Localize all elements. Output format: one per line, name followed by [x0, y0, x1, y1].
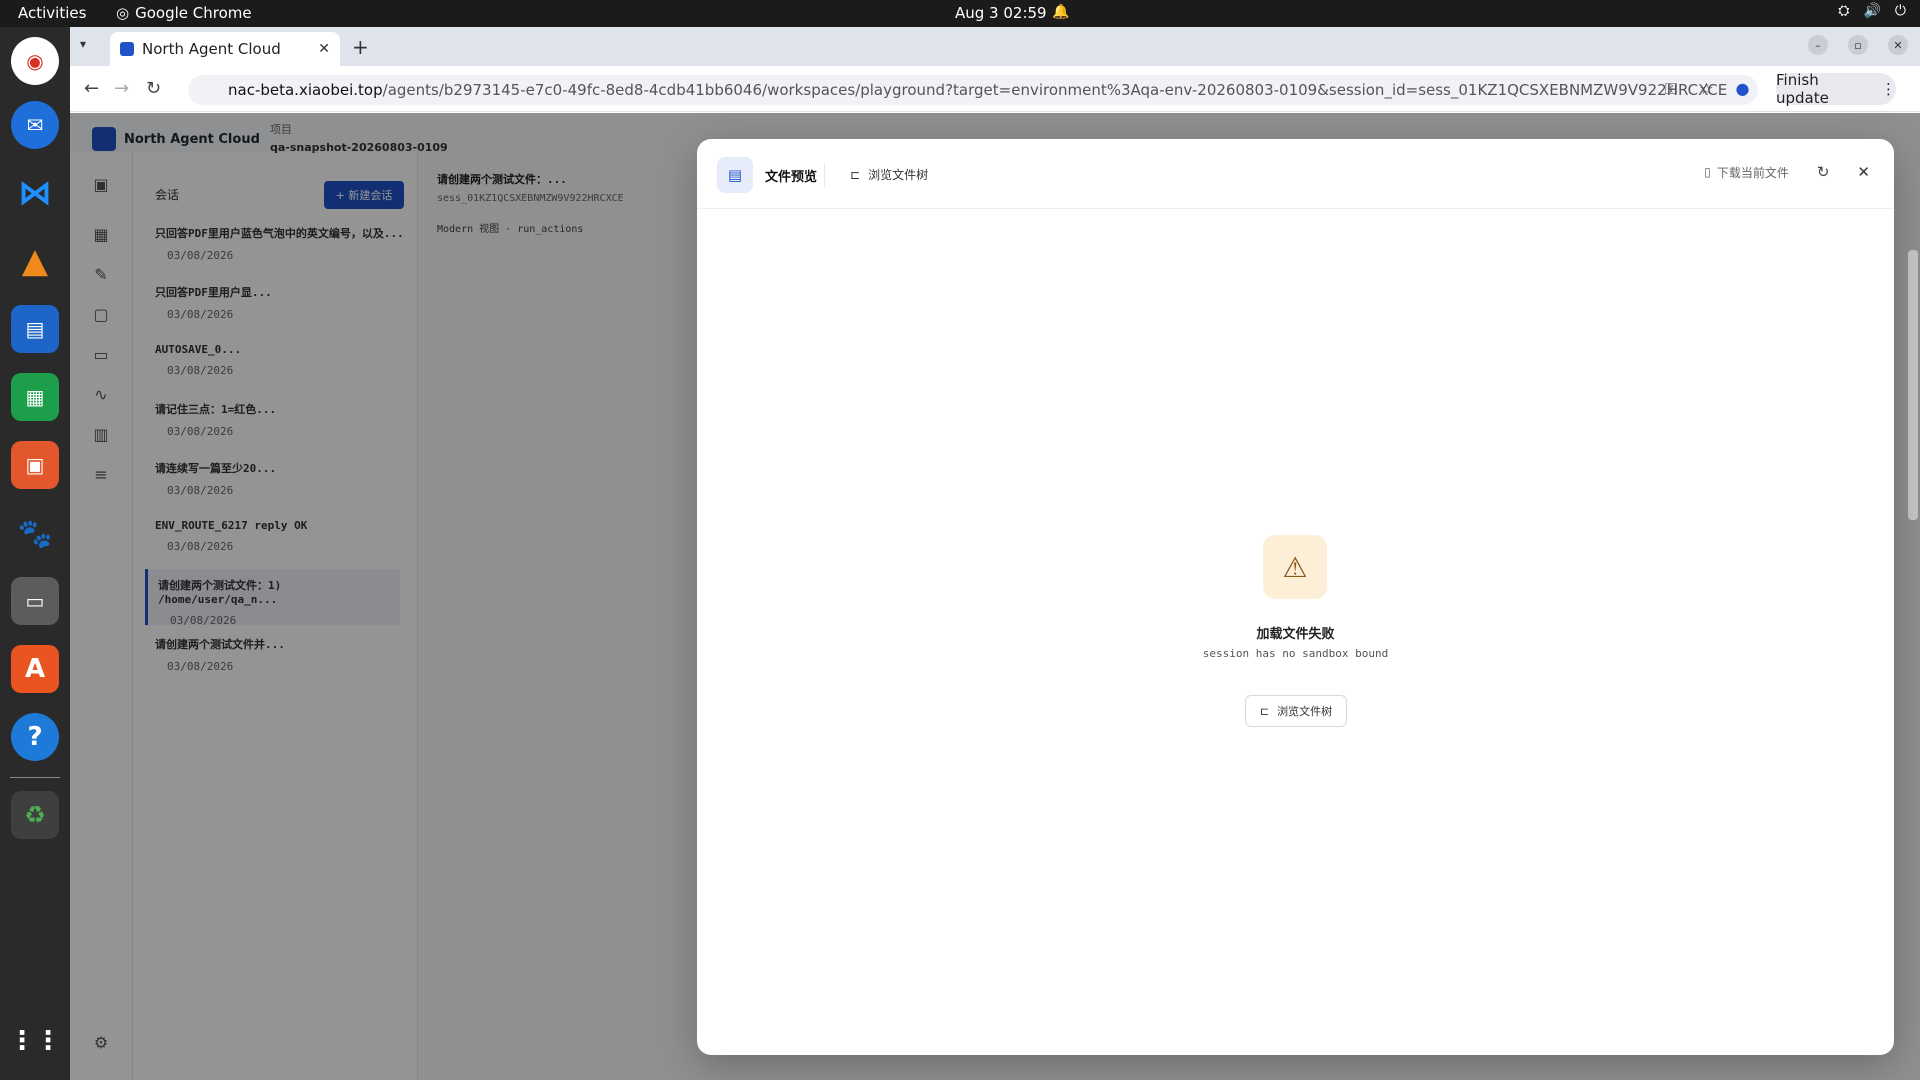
network-icon: ⛭ [1838, 3, 1850, 19]
password-key-icon[interactable]: ⚿ [1665, 79, 1677, 99]
warning-icon: ⚠ [1263, 535, 1327, 599]
impress-icon[interactable]: ▣ [11, 441, 59, 489]
notification-bell-icon[interactable]: 🔔 [1052, 4, 1069, 20]
volume-icon: 🔊 [1863, 3, 1881, 19]
tab-strip: ▾ North Agent Cloud ✕ + – ▫ ✕ [70, 27, 1920, 66]
tab-title: North Agent Cloud [142, 40, 281, 58]
maximize-icon[interactable]: ▫ [1848, 35, 1868, 55]
error-title: 加载文件失败 [1256, 627, 1335, 642]
url-path: /agents/b2973145-e7c0-49fc-8ed8-4cdb41bb… [382, 81, 1728, 99]
back-icon[interactable]: ← [84, 78, 99, 99]
files-icon[interactable]: ▭ [11, 577, 59, 625]
vlc-icon[interactable]: ▲ [11, 237, 59, 285]
minimize-icon[interactable]: – [1808, 35, 1828, 55]
reload-icon[interactable]: ↻ [146, 78, 161, 99]
gimp-icon[interactable]: 🐾 [11, 509, 59, 557]
appcenter-icon[interactable]: A [11, 645, 59, 693]
clock[interactable]: Aug 3 02:59 [955, 4, 1047, 22]
tab-search-chevron-icon[interactable]: ▾ [80, 37, 86, 51]
system-top-bar: Activities ◎ Google Chrome Aug 3 02:59 🔔… [0, 0, 1920, 27]
browse-file-tree-label: 浏览文件树 [1277, 705, 1333, 718]
forward-icon[interactable]: → [114, 78, 129, 99]
activities-button[interactable]: Activities [18, 4, 86, 22]
profile-icon[interactable]: ● [1736, 79, 1750, 99]
active-app-name: Google Chrome [135, 4, 252, 22]
power-icon: ⏻ [1894, 3, 1906, 19]
thunderbird-icon[interactable]: ✉ [11, 101, 59, 149]
vscode-icon[interactable]: ⋈ [11, 169, 59, 217]
finish-update-button[interactable]: Finish update ⋮ [1776, 71, 1896, 107]
file-preview-modal: ▤ 文件预览 ⊏ 浏览文件树 ▯ 下载当前文件 ↻ ✕ ⚠ 加载文件失败 ses… [697, 139, 1894, 1055]
calc-icon[interactable]: ▦ [11, 373, 59, 421]
browse-file-tree-button[interactable]: ⊏ 浏览文件树 [1245, 695, 1347, 727]
page-scrollbar[interactable] [1908, 250, 1918, 520]
toolbar: ← → ↻ nac-beta.xiaobei.top/agents/b29731… [70, 66, 1920, 112]
close-window-icon[interactable]: ✕ [1888, 35, 1908, 55]
chrome-icon[interactable]: ◉ [11, 37, 59, 85]
tab-close-icon[interactable]: ✕ [318, 41, 330, 57]
active-app-menu[interactable]: ◎ Google Chrome [116, 4, 252, 22]
error-state: ⚠ 加载文件失败 session has no sandbox bound ⊏ … [697, 139, 1894, 1055]
trash-icon[interactable]: ♻ [11, 791, 59, 839]
bookmark-star-icon[interactable]: ☆ [1699, 79, 1713, 99]
address-bar[interactable]: nac-beta.xiaobei.top/agents/b2973145-e7c… [188, 75, 1758, 105]
system-tray[interactable]: ⛭ 🔊 ⏻ [1838, 3, 1906, 19]
browser-tab[interactable]: North Agent Cloud ✕ [110, 32, 340, 66]
app-grid-icon[interactable]: ⋮⋮ [9, 1017, 61, 1065]
error-message: session has no sandbox bound [1202, 647, 1389, 660]
file-tree-icon: ⊏ [1259, 704, 1270, 718]
dock-divider [10, 777, 60, 778]
help-icon[interactable]: ? [11, 713, 59, 761]
finish-update-label: Finish update [1776, 71, 1829, 107]
writer-icon[interactable]: ▤ [11, 305, 59, 353]
chrome-small-icon: ◎ [116, 4, 130, 22]
favicon-icon [120, 42, 134, 56]
window-controls: – ▫ ✕ [1808, 35, 1908, 55]
url-host: nac-beta.xiaobei.top [228, 81, 383, 99]
new-tab-icon[interactable]: + [352, 35, 369, 59]
dock: ◉ ✉ ⋈ ▲ ▤ ▦ ▣ 🐾 ▭ A ? ♻ ⋮⋮ [0, 27, 70, 1080]
toolbar-icons: ⚿ ☆ ● [1665, 79, 1750, 99]
